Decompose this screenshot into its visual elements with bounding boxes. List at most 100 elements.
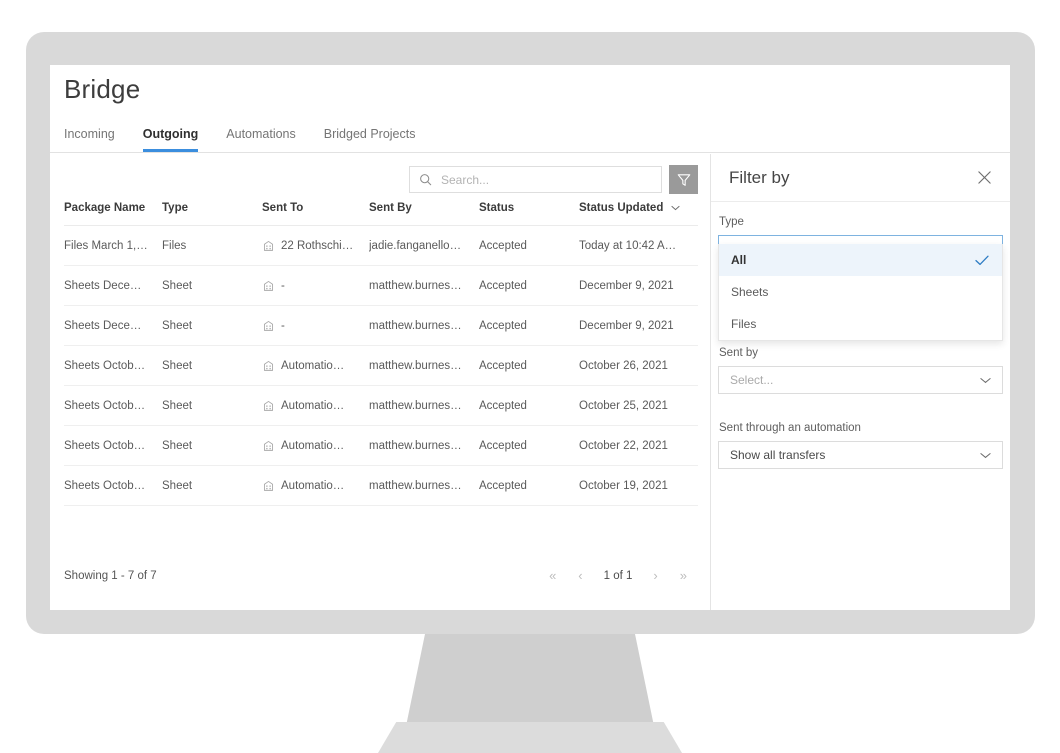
chevron-down-icon [980, 452, 991, 459]
cell-type: Files [162, 225, 262, 266]
filter-field-type: Type All All [718, 216, 1003, 341]
page-title: Bridge [64, 74, 141, 104]
column-header-package-name[interactable]: Package Name [64, 202, 162, 226]
filter-type-label: Type [719, 216, 744, 228]
type-option-sheets-label: Sheets [731, 285, 769, 299]
chevron-down-icon [670, 202, 680, 214]
cell-sent-by: matthew.burnes… [369, 305, 479, 346]
type-option-all[interactable]: All [719, 244, 1002, 276]
cell-type: Sheet [162, 385, 262, 426]
filter-panel-body: Type All All [711, 202, 1010, 469]
cell-status: Accepted [479, 345, 579, 386]
table-row[interactable]: Files March 1,… Files 22 Rothschi… jadie.fa… [64, 225, 698, 266]
monitor-stand-neck [405, 634, 655, 731]
cell-status: Accepted [479, 265, 579, 306]
table-row[interactable]: Sheets Octob… Sheet Automatio… matthew.burn… [64, 425, 698, 466]
type-dropdown-menu: All Sheets Files [718, 244, 1003, 341]
column-header-status-updated-label: Status Updated [579, 202, 664, 214]
cell-type: Sheet [162, 465, 262, 506]
cell-status-updated: October 26, 2021 [579, 345, 698, 386]
cell-type: Sheet [162, 345, 262, 386]
cell-sent-to: 22 Rothschi… [262, 225, 369, 266]
cell-package-name: Sheets Octob… [64, 385, 162, 426]
pagination-last-button[interactable]: » [680, 568, 687, 583]
column-header-status-updated[interactable]: Status Updated [579, 202, 698, 226]
filter-sent-by-label: Sent by [719, 347, 758, 359]
cell-sent-to: Automatio… [262, 345, 369, 386]
cell-status: Accepted [479, 465, 579, 506]
search-input[interactable] [439, 171, 652, 188]
tab-bridged-projects[interactable]: Bridged Projects [324, 127, 416, 152]
monitor-mockup: Bridge Incoming Outgoing Automations Bri… [0, 0, 1060, 753]
cell-sent-to-label: Automatio… [281, 359, 345, 372]
funnel-icon [676, 172, 692, 188]
cell-type: Sheet [162, 305, 262, 346]
cell-sent-to: Automatio… [262, 385, 369, 426]
pagination-prev-button[interactable]: ‹ [578, 568, 582, 583]
filter-field-automation: Sent through an automation Show all tran… [718, 422, 1003, 469]
company-icon [262, 279, 275, 292]
monitor-screen: Bridge Incoming Outgoing Automations Bri… [50, 65, 1010, 610]
company-icon [262, 319, 275, 332]
table-row[interactable]: Sheets Octob… Sheet Automatio… matthew.burn… [64, 345, 698, 386]
cell-status: Accepted [479, 225, 579, 266]
cell-sent-to-label: Automatio… [281, 399, 345, 412]
cell-sent-to: Automatio… [262, 465, 369, 506]
cell-sent-to: Automatio… [262, 425, 369, 466]
cell-package-name: Files March 1,… [64, 225, 162, 266]
automation-select[interactable]: Show all transfers [718, 441, 1003, 469]
cell-status-updated: October 19, 2021 [579, 465, 698, 506]
company-icon [262, 239, 275, 252]
check-icon [975, 255, 989, 266]
cell-package-name: Sheets Dece… [64, 305, 162, 346]
cell-status-updated: October 22, 2021 [579, 425, 698, 466]
type-option-sheets[interactable]: Sheets [719, 276, 1002, 308]
column-header-sent-to[interactable]: Sent To [262, 202, 369, 226]
company-icon [262, 439, 275, 452]
cell-sent-to-label: Automatio… [281, 479, 345, 492]
cell-package-name: Sheets Dece… [64, 265, 162, 306]
search-icon [419, 173, 432, 186]
cell-sent-to-label: - [281, 319, 285, 332]
type-option-all-label: All [731, 253, 747, 267]
cell-package-name: Sheets Octob… [64, 425, 162, 466]
cell-status-updated: December 9, 2021 [579, 305, 698, 346]
automation-select-value: Show all transfers [730, 448, 826, 462]
tab-automations[interactable]: Automations [226, 127, 295, 152]
cell-sent-by: matthew.burnes… [369, 425, 479, 466]
table-footer: Showing 1 - 7 of 7 « ‹ 1 of 1 › » [64, 568, 698, 583]
pagination-next-button[interactable]: › [653, 568, 657, 583]
filter-toggle-button[interactable] [669, 165, 698, 194]
table-row[interactable]: Sheets Octob… Sheet Automatio… matthew.burn… [64, 465, 698, 506]
tab-outgoing[interactable]: Outgoing [142, 127, 199, 152]
column-header-sent-by[interactable]: Sent By [369, 202, 479, 226]
sent-by-select[interactable]: Select... [718, 366, 1003, 394]
filter-panel-title: Filter by [729, 167, 790, 187]
cell-sent-by: matthew.burnes… [369, 345, 479, 386]
cell-package-name: Sheets Octob… [64, 345, 162, 386]
table-header-row: Package Name Type Sent To Sent By Status… [64, 202, 698, 226]
cell-type: Sheet [162, 425, 262, 466]
search-field[interactable] [409, 166, 662, 193]
cell-status: Accepted [479, 425, 579, 466]
company-icon [262, 479, 275, 492]
filter-panel-header: Filter by [711, 154, 1010, 202]
pagination-first-button[interactable]: « [549, 568, 556, 583]
column-header-type[interactable]: Type [162, 202, 262, 226]
tab-incoming[interactable]: Incoming [64, 127, 115, 152]
cell-sent-by: jadie.fanganello… [369, 225, 479, 266]
tab-bar: Incoming Outgoing Automations Bridged Pr… [50, 127, 1010, 153]
cell-status-updated: December 9, 2021 [579, 265, 698, 306]
table-row[interactable]: Sheets Dece… Sheet - matthew.burnes… Accepte… [64, 265, 698, 306]
pagination: « ‹ 1 of 1 › » [538, 568, 698, 583]
table-row[interactable]: Sheets Octob… Sheet Automatio… matthew.burn… [64, 385, 698, 426]
type-option-files[interactable]: Files [719, 308, 1002, 340]
table-row[interactable]: Sheets Dece… Sheet - matthew.burnes… Accepte… [64, 305, 698, 346]
sent-by-select-value: Select... [730, 373, 774, 387]
close-icon[interactable] [977, 170, 992, 185]
monitor-stand-base [378, 722, 682, 753]
column-header-status[interactable]: Status [479, 202, 579, 226]
cell-package-name: Sheets Octob… [64, 465, 162, 506]
cell-status-updated: October 25, 2021 [579, 385, 698, 426]
pagination-page-indicator: 1 of 1 [603, 569, 633, 582]
